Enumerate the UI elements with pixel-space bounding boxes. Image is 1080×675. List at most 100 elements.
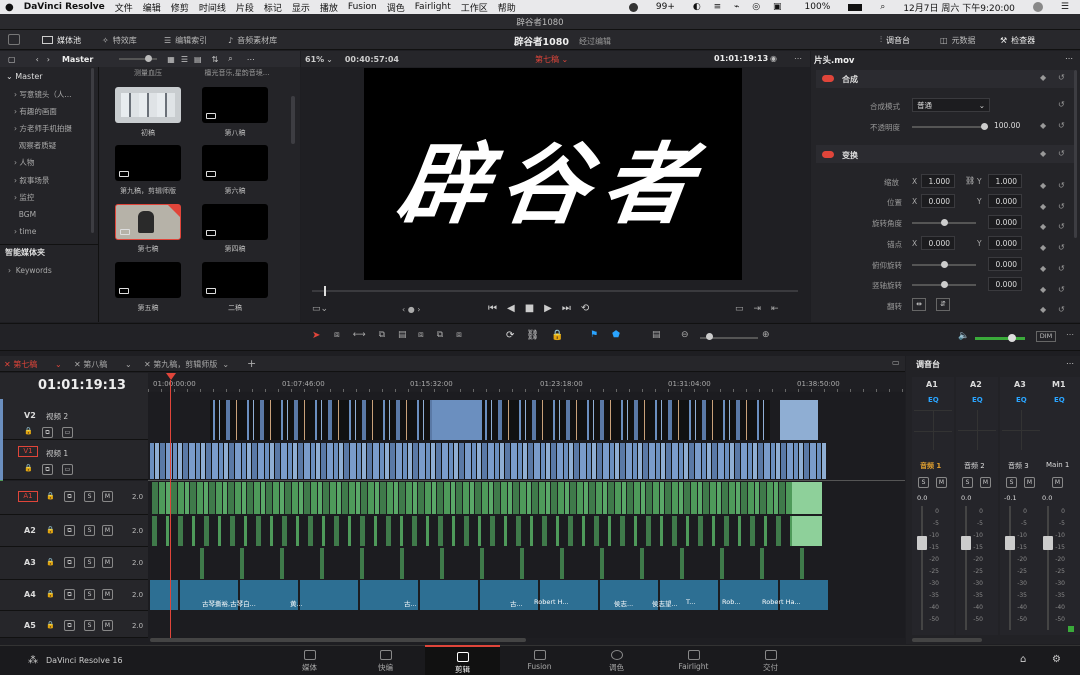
inspector-tab[interactable]: ⚒ 检查器 <box>1000 30 1035 50</box>
pos-x-field[interactable]: 0.000 <box>921 194 955 208</box>
zoom-x-field[interactable]: 1.000 <box>921 174 955 188</box>
track-visibility-icon[interactable]: ▭ <box>62 427 73 438</box>
apple-menu-icon[interactable]: ● <box>5 2 14 13</box>
transport-controls[interactable]: ⏮◀■▶⏭⟲ <box>488 303 599 314</box>
zoom-out-icon[interactable]: ⊖ <box>681 330 689 340</box>
bin-item[interactable]: › 方老师手机拍摄 <box>14 123 72 134</box>
reset-icon[interactable]: ↺ <box>1058 100 1065 109</box>
auto-select-icon[interactable]: ⧉ <box>64 491 75 502</box>
clip-thumbnail[interactable] <box>202 145 268 181</box>
fader-knob[interactable] <box>917 536 927 550</box>
timeline-scrollbar[interactable] <box>150 638 526 642</box>
fader-knob[interactable] <box>1005 536 1015 550</box>
track-id[interactable]: V1 <box>18 446 38 457</box>
reset-icon[interactable]: ↺ <box>1058 73 1065 82</box>
eq-button[interactable]: EQ <box>1054 396 1065 404</box>
menu-color[interactable]: 调色 <box>387 1 405 14</box>
nav-back-icon[interactable]: ‹ <box>36 55 39 64</box>
opacity-slider[interactable] <box>912 126 988 128</box>
clip-thumbnail[interactable] <box>115 145 181 181</box>
effects-tab[interactable]: ✧ 特效库 <box>102 30 137 50</box>
video-clips-v2[interactable] <box>210 400 770 440</box>
solo-button[interactable]: S <box>84 620 95 631</box>
mute-button[interactable]: M <box>1024 477 1035 488</box>
clip-thumbnail-selected[interactable] <box>115 204 181 240</box>
auto-select-icon[interactable]: ⧉ <box>64 557 75 568</box>
video-frame[interactable]: 辟谷者 <box>364 68 742 280</box>
solo-button[interactable]: S <box>84 589 95 600</box>
pitch-field[interactable]: 0.000 <box>988 257 1022 271</box>
audio-clips-a1[interactable] <box>152 482 822 514</box>
link-icon[interactable]: ⛓ <box>965 176 975 185</box>
edit-options-icon[interactable]: ⋯ <box>1066 330 1074 339</box>
solo-button[interactable]: S <box>962 477 973 488</box>
chevron-down-icon[interactable]: ⌄ <box>326 55 333 64</box>
mute-button[interactable]: M <box>102 557 113 568</box>
safe-area-icon[interactable]: ▭⌄ <box>312 304 328 314</box>
edit-index-tab[interactable]: ☰ 编辑索引 <box>164 30 207 50</box>
opacity-value[interactable]: 100.00 <box>990 119 1022 133</box>
clip-view-icon[interactable]: ▤ <box>652 330 661 340</box>
viewer-options-icon[interactable]: ⋯ <box>794 54 802 63</box>
keyframe-icon[interactable]: ◆ ◆ ◆ ◆ ◆ ◆ ◆ <box>1040 176 1046 321</box>
thumb-size-slider[interactable] <box>119 55 158 62</box>
anchor-y-field[interactable]: 0.000 <box>988 236 1022 250</box>
keyframe-icon[interactable]: ◆ <box>1040 73 1046 82</box>
clip-thumbnail[interactable] <box>115 87 181 123</box>
sort-icon[interactable]: ⇅ <box>212 55 219 64</box>
search-icon[interactable]: ⌕ <box>880 2 885 12</box>
page-deliver[interactable]: 交付 <box>733 645 808 675</box>
page-edit-active[interactable]: 剪辑 <box>425 645 500 675</box>
bin-item[interactable]: › 监控 <box>14 192 34 203</box>
menu-workspace[interactable]: 工作区 <box>461 1 488 14</box>
page-color[interactable]: 调色 <box>579 645 654 675</box>
mute-button[interactable]: M <box>102 589 113 600</box>
lock-icon[interactable]: 🔒 <box>24 464 33 472</box>
reset-icon[interactable]: ↺ <box>1058 149 1065 158</box>
volume-slider-thumb[interactable] <box>1008 334 1016 342</box>
clip-thumbnail[interactable] <box>115 262 181 298</box>
rotation-slider-thumb[interactable] <box>941 219 948 226</box>
metadata-view-icon[interactable]: ▤ <box>194 55 202 64</box>
composite-toggle[interactable] <box>822 75 834 82</box>
solo-button[interactable]: S <box>1006 477 1017 488</box>
lock-icon[interactable]: 🔒 <box>46 590 55 598</box>
audio-clip[interactable] <box>792 482 822 514</box>
pool-search-icon[interactable]: ⌕ <box>228 54 232 64</box>
mute-button[interactable]: M <box>1052 477 1063 488</box>
solo-button[interactable]: S <box>84 525 95 536</box>
scrubber-bar[interactable] <box>312 290 798 292</box>
app-menu[interactable]: DaVinci Resolve <box>24 2 105 12</box>
clip-thumbnail[interactable] <box>202 262 268 298</box>
menu-fairlight[interactable]: Fairlight <box>415 2 451 12</box>
page-fairlight[interactable]: Fairlight <box>656 645 731 675</box>
mute-button[interactable]: M <box>102 525 113 536</box>
inspector-scrollbar[interactable] <box>1074 70 1077 238</box>
auto-select-icon[interactable]: ⧉ <box>64 525 75 536</box>
home-icon[interactable]: ⌂ <box>1020 654 1026 665</box>
keyframe-icon[interactable]: ◆ <box>1040 121 1046 130</box>
mute-button[interactable]: M <box>936 477 947 488</box>
solo-button[interactable]: S <box>84 557 95 568</box>
solo-button[interactable]: S <box>84 491 95 502</box>
add-tab-icon[interactable]: + <box>247 357 256 370</box>
insert-tools[interactable]: ⧈⧉⧈ <box>418 330 475 340</box>
speaker-icon[interactable]: 🔈 <box>958 331 969 341</box>
timeline-view-icon[interactable]: ▭ <box>892 358 900 367</box>
yaw-field[interactable]: 0.000 <box>988 277 1022 291</box>
menu-file[interactable]: 文件 <box>115 1 133 14</box>
clip-thumbnail[interactable] <box>202 204 268 240</box>
track-id[interactable]: A1 <box>18 491 38 502</box>
menu-timeline[interactable]: 时间线 <box>199 1 226 14</box>
bin-item[interactable]: › 叙事场景 <box>14 175 49 186</box>
list-view-icon[interactable]: ☰ <box>181 55 188 64</box>
wechat-icon[interactable] <box>628 2 638 12</box>
yaw-slider-thumb[interactable] <box>941 281 948 288</box>
volume-slider[interactable] <box>975 337 1025 340</box>
video-clips-v1[interactable] <box>150 443 826 479</box>
page-cut[interactable]: 快编 <box>348 645 423 675</box>
menu-fusion[interactable]: Fusion <box>348 2 377 12</box>
timeline-tab[interactable]: ✕ 第九稿，剪辑师版 ⌄ <box>144 359 229 370</box>
pos-y-field[interactable]: 0.000 <box>988 194 1022 208</box>
bin-item[interactable]: 观察者质疑 <box>14 140 57 151</box>
